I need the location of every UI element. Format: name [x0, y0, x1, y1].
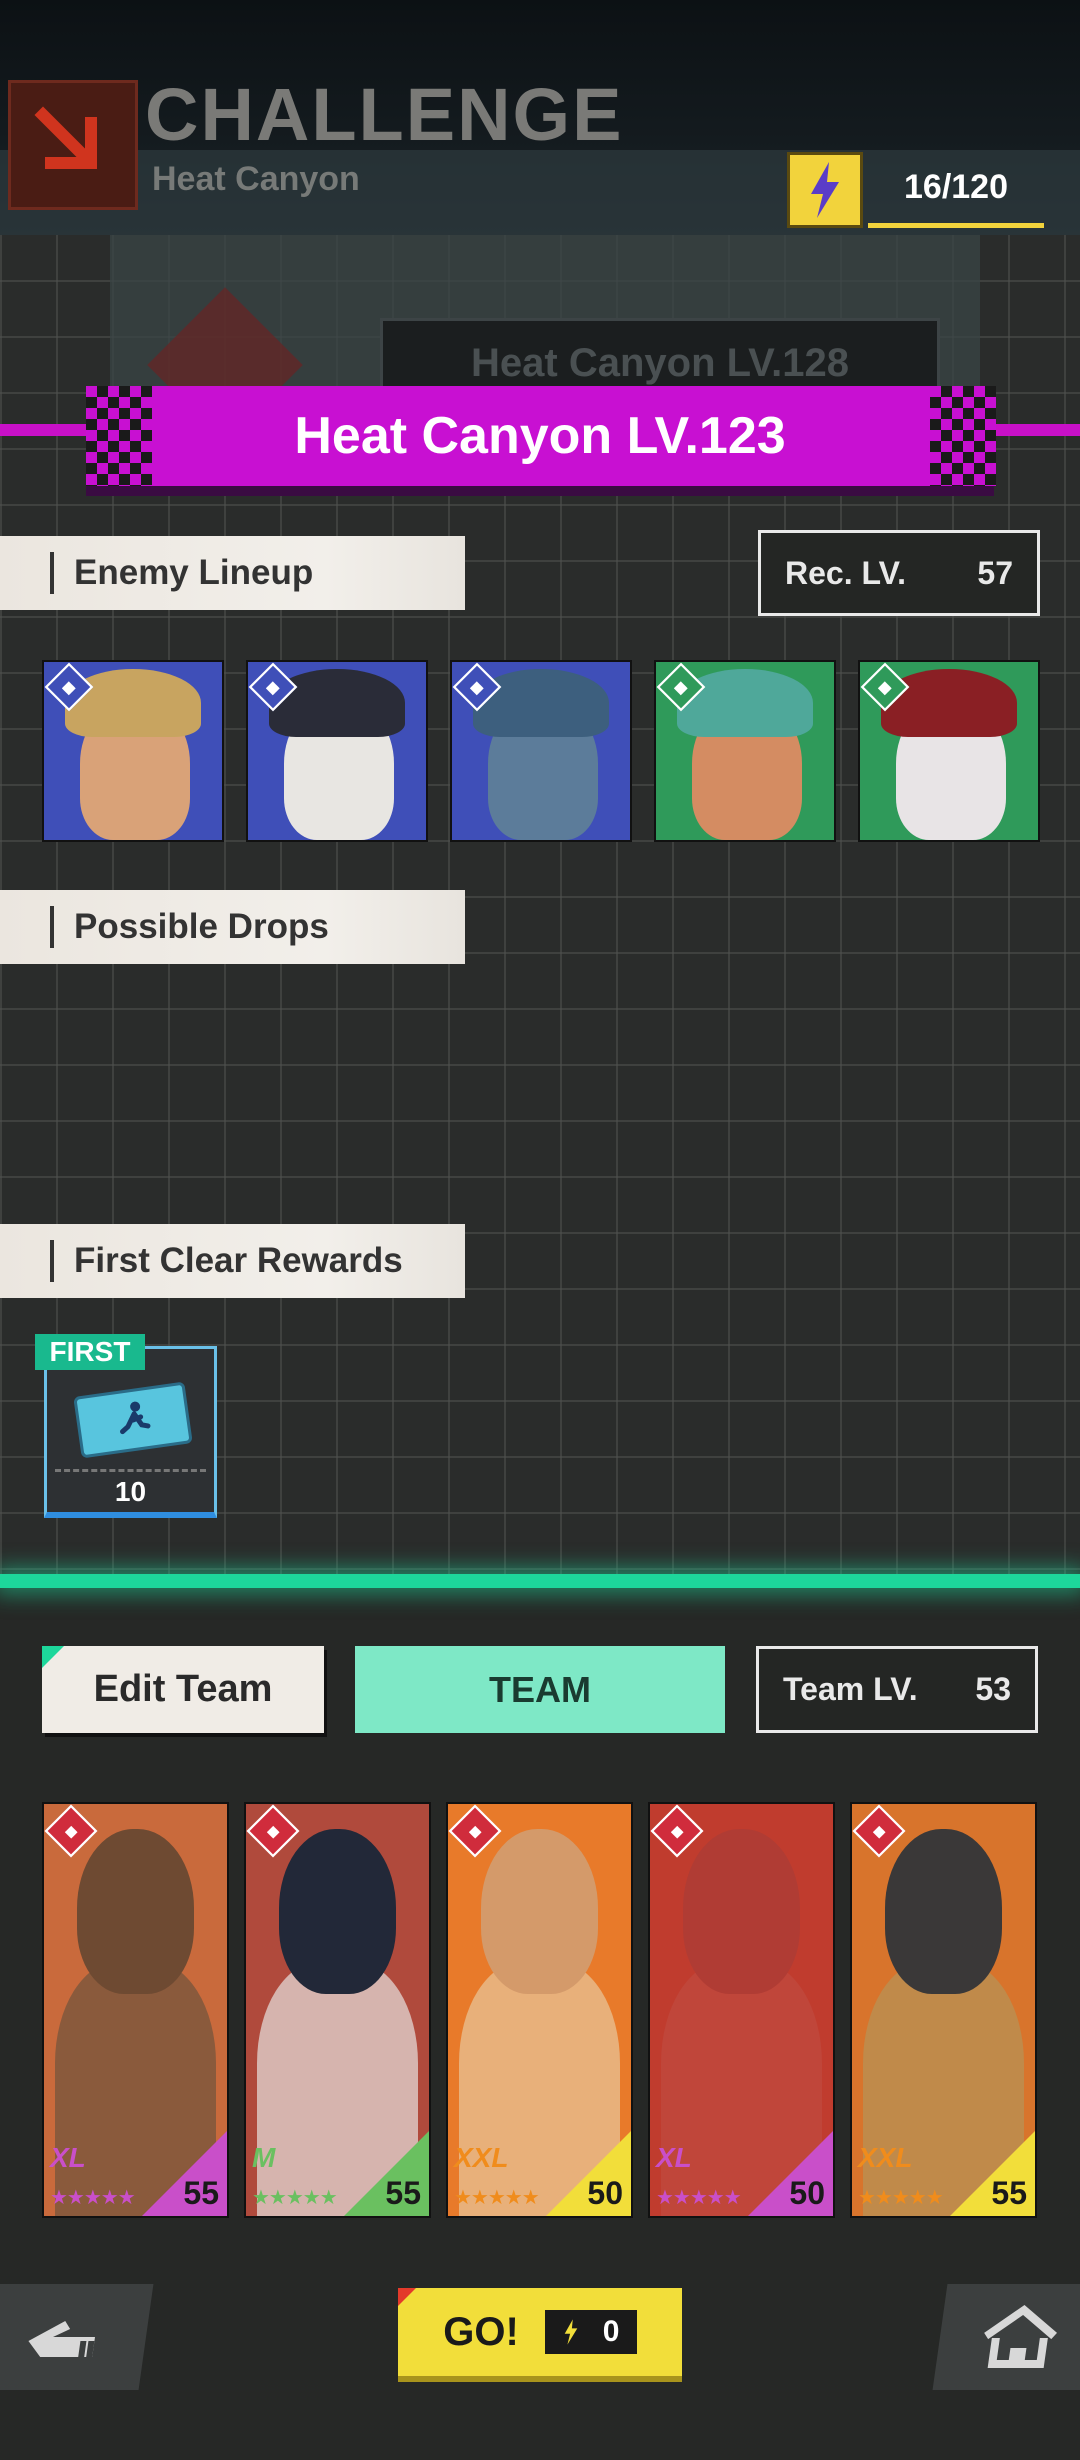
runner-ticket-icon	[73, 1381, 193, 1459]
first-clear-label: First Clear Rewards	[74, 1241, 403, 1280]
size-rank: M	[252, 2142, 276, 2173]
class-icon: ◆	[44, 1804, 98, 1858]
rec-level-value: 57	[977, 554, 1013, 591]
page-subtitle: Heat Canyon	[152, 160, 360, 198]
reward-quantity: 10	[114, 1476, 147, 1507]
first-tag: FIRST	[35, 1334, 145, 1370]
rec-level-box: Rec. LV. 57	[758, 530, 1040, 616]
team-level-value: 53	[975, 1671, 1011, 1707]
member-level: 55	[991, 2175, 1027, 2211]
page-title: CHALLENGE	[145, 73, 624, 156]
member-head	[76, 1828, 195, 1994]
edit-team-corner	[42, 1646, 64, 1668]
team-member-card[interactable]: ◆ XXL ★★★★★ 55	[850, 1802, 1037, 2218]
stamina-counter: 16/120	[868, 152, 1044, 228]
star-rating: ★★★★★	[252, 2187, 338, 2209]
team-select-button[interactable]: TEAM	[355, 1646, 725, 1733]
back-nav-button[interactable]	[0, 2284, 154, 2390]
member-head	[682, 1828, 801, 1994]
enemy-lineup-header: Enemy Lineup	[0, 536, 465, 610]
enemy-portrait[interactable]: ◆	[42, 660, 224, 842]
enemy-portrait[interactable]: ◆	[246, 660, 428, 842]
class-icon: ◆	[650, 1804, 704, 1858]
enemy-portrait[interactable]: ◆	[858, 660, 1040, 842]
go-cost-value: 0	[602, 2315, 620, 2348]
class-icon: ◆	[448, 1804, 502, 1858]
go-button-corner	[398, 2288, 416, 2306]
hand-pointer-icon	[28, 2321, 95, 2357]
banner-checker-right	[930, 386, 996, 486]
member-head	[480, 1828, 599, 1994]
star-rating: ★★★★★	[50, 2187, 136, 2209]
team-member-card[interactable]: ◆ XL ★★★★★ 50	[648, 1802, 835, 2218]
home-button[interactable]	[932, 2284, 1080, 2390]
team-member-card[interactable]: ◆ XXL ★★★★★ 50	[446, 1802, 633, 2218]
size-rank: XL	[656, 2142, 692, 2173]
team-member-card[interactable]: ◆ M ★★★★★ 55	[244, 1802, 431, 2218]
panel-glow-line	[0, 1574, 1080, 1588]
member-level: 50	[587, 2175, 623, 2211]
go-cost-badge: 0	[544, 2310, 637, 2354]
lightning-icon	[787, 152, 863, 228]
go-label: GO!	[443, 2309, 519, 2354]
member-head	[884, 1828, 1003, 1994]
size-rank: XL	[50, 2142, 86, 2173]
enemy-lineup-label: Enemy Lineup	[74, 553, 314, 592]
back-button[interactable]	[8, 80, 138, 210]
level-banner: Heat Canyon LV.123	[86, 386, 994, 486]
banner-checker-left	[86, 386, 152, 486]
member-head	[278, 1828, 397, 1994]
enemy-portrait[interactable]: ◆	[450, 660, 632, 842]
member-level: 55	[385, 2175, 421, 2211]
home-icon	[984, 2304, 1058, 2368]
arrow-down-right-icon	[34, 106, 97, 169]
lightning-icon	[564, 2319, 578, 2345]
edit-team-button[interactable]: Edit Team	[42, 1646, 324, 1733]
reward-item[interactable]: 10	[44, 1346, 217, 1518]
member-level: 55	[183, 2175, 219, 2211]
possible-drops-label: Possible Drops	[74, 907, 329, 946]
possible-drops-header: Possible Drops	[0, 890, 465, 964]
size-rank: XXL	[858, 2142, 913, 2173]
size-rank: XXL	[454, 2142, 509, 2173]
star-rating: ★★★★★	[858, 2187, 944, 2209]
team-level-box: Team LV. 53	[756, 1646, 1038, 1733]
go-button[interactable]: GO! 0	[398, 2288, 682, 2382]
star-rating: ★★★★★	[454, 2187, 540, 2209]
enemy-portrait[interactable]: ◆	[654, 660, 836, 842]
star-rating: ★★★★★	[656, 2187, 742, 2209]
team-member-card[interactable]: ◆ XL ★★★★★ 55	[42, 1802, 229, 2218]
class-icon: ◆	[246, 1804, 300, 1858]
team-level-label: Team LV.	[783, 1671, 918, 1707]
class-icon: ◆	[852, 1804, 906, 1858]
first-clear-header: First Clear Rewards	[0, 1224, 465, 1298]
member-level: 50	[789, 2175, 825, 2211]
rec-level-label: Rec. LV.	[785, 554, 906, 591]
